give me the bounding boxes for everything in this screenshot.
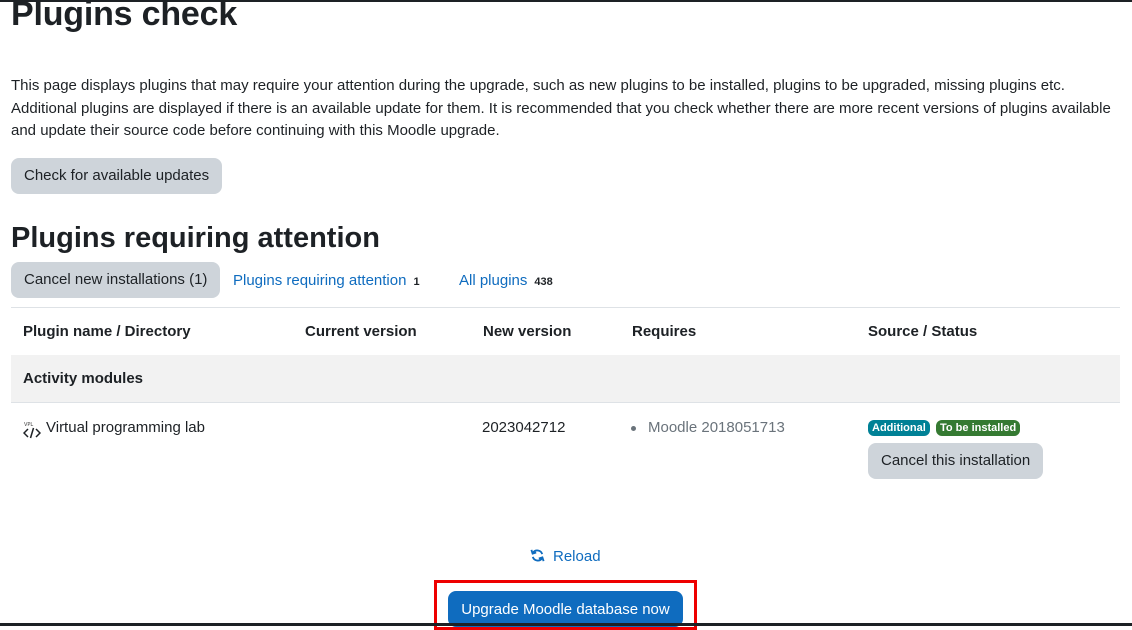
filter-all-plugins[interactable]: All plugins 438	[459, 270, 553, 293]
intro-text: This page displays plugins that may requ…	[11, 77, 1111, 139]
vpl-code-icon: VPL	[22, 420, 42, 445]
group-label: Activity modules	[23, 370, 144, 387]
svg-text:VPL: VPL	[24, 422, 33, 428]
filter-all-label: All plugins	[459, 272, 528, 289]
new-version: 2023042712	[482, 419, 566, 436]
status-badge: To be installed	[936, 420, 1021, 436]
requires-bullet	[631, 426, 636, 431]
section-heading: Plugins requiring attention	[11, 222, 380, 254]
header-current-version: Current version	[305, 323, 417, 340]
filter-attention-count: 1	[413, 276, 420, 288]
refresh-icon	[530, 549, 545, 562]
header-requires: Requires	[632, 323, 697, 340]
upgrade-database-button[interactable]: Upgrade Moodle database now	[448, 591, 683, 627]
table-header-row: Plugin name / Directory Current version …	[11, 307, 1120, 357]
reload-label: Reload	[553, 548, 601, 565]
source-badge: Additional	[868, 420, 930, 436]
cancel-new-installations-button[interactable]: Cancel new installations (1)	[11, 262, 221, 298]
requires-item: Moodle 2018051713	[648, 419, 785, 436]
cancel-this-installation-button[interactable]: Cancel this installation	[868, 443, 1044, 479]
filter-plugins-requiring-attention[interactable]: Plugins requiring attention 1	[233, 270, 420, 293]
filter-all-count: 438	[534, 276, 553, 288]
page-title: Plugins check	[11, 0, 238, 33]
table-group-row: Activity modules	[11, 355, 1120, 403]
filter-attention-label: Plugins requiring attention	[233, 272, 407, 289]
header-source-status: Source / Status	[868, 323, 978, 340]
header-plugin-name: Plugin name / Directory	[23, 323, 191, 340]
plugin-name: Virtual programming lab	[46, 419, 205, 436]
header-new-version: New version	[483, 323, 572, 340]
reload-link[interactable]: Reload	[530, 546, 601, 568]
check-updates-button[interactable]: Check for available updates	[11, 158, 223, 194]
